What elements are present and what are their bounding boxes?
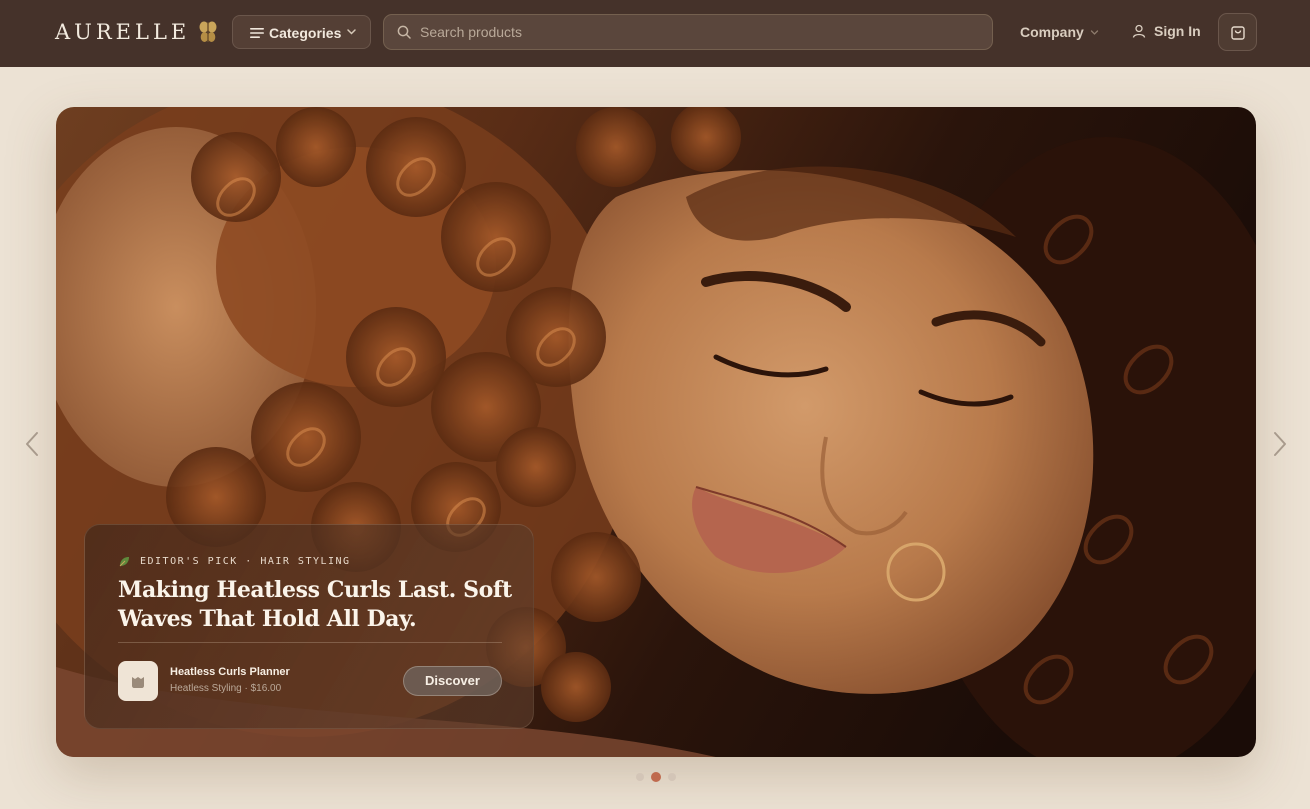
eyebrow-text: EDITOR'S PICK · HAIR STYLING bbox=[140, 556, 351, 567]
divider bbox=[118, 642, 502, 643]
company-label: Company bbox=[1020, 24, 1084, 40]
user-icon bbox=[1132, 24, 1146, 38]
top-navbar: AURELLE Categories Company Sign bbox=[0, 0, 1310, 67]
company-menu[interactable]: Company bbox=[1020, 24, 1099, 40]
feature-card: EDITOR'S PICK · HAIR STYLING Making Heat… bbox=[84, 524, 534, 729]
brand-logo[interactable]: AURELLE bbox=[55, 19, 190, 45]
product-icon bbox=[132, 677, 144, 688]
carousel-next-button[interactable] bbox=[1272, 431, 1288, 457]
cart-button[interactable] bbox=[1218, 13, 1257, 51]
carousel-pagination bbox=[635, 771, 677, 782]
carousel-prev-button[interactable] bbox=[24, 431, 40, 457]
product-name[interactable]: Heatless Curls Planner bbox=[170, 666, 290, 679]
sign-in-link[interactable]: Sign In bbox=[1132, 23, 1201, 39]
categories-button[interactable]: Categories bbox=[232, 15, 371, 49]
butterfly-logo-icon bbox=[199, 21, 217, 42]
sign-in-label: Sign In bbox=[1154, 23, 1201, 39]
product-meta: Heatless Styling · $16.00 bbox=[170, 683, 282, 694]
chevron-down-icon bbox=[1090, 30, 1098, 35]
carousel-dot[interactable] bbox=[668, 773, 676, 781]
discover-button[interactable]: Discover bbox=[403, 666, 502, 696]
search-icon bbox=[397, 25, 411, 39]
carousel-dot[interactable] bbox=[636, 773, 644, 781]
search-input[interactable] bbox=[420, 15, 980, 49]
menu-lines-icon bbox=[250, 28, 264, 38]
carousel-dot-active[interactable] bbox=[651, 772, 661, 782]
categories-label: Categories bbox=[269, 25, 342, 41]
shopping-bag-icon bbox=[1231, 26, 1245, 40]
leaf-icon bbox=[119, 557, 129, 567]
hero-title: Making Heatless Curls Last. Soft Waves T… bbox=[118, 577, 512, 632]
search-bar bbox=[383, 14, 993, 50]
product-thumbnail[interactable] bbox=[118, 661, 158, 701]
chevron-down-icon bbox=[347, 29, 356, 35]
